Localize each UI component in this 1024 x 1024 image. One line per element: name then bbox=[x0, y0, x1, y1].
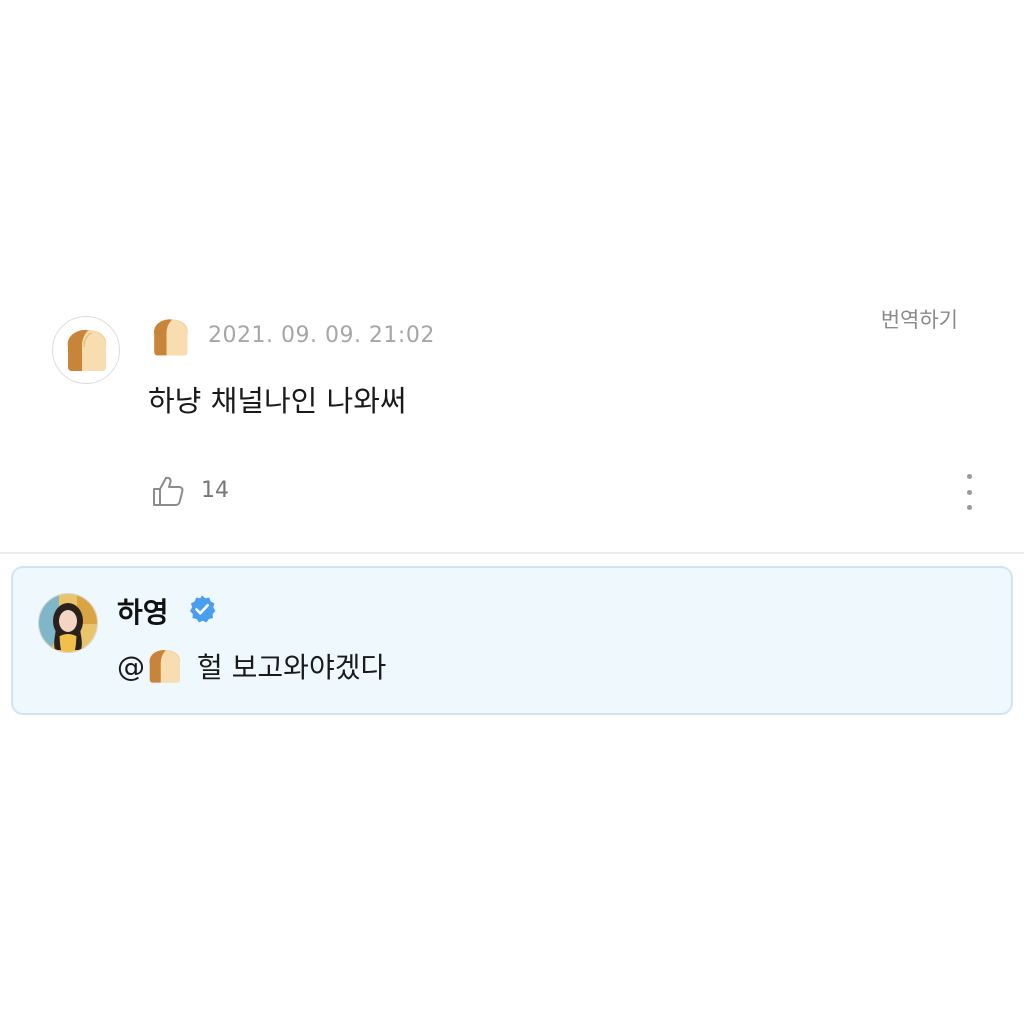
bread-emoji-icon bbox=[154, 319, 188, 356]
comment-timestamp: 2021. 09. 09. 21:02 bbox=[208, 323, 435, 348]
mention-prefix: @ bbox=[117, 649, 145, 683]
vertical-ellipsis-icon[interactable] bbox=[958, 474, 980, 510]
profile-photo bbox=[39, 594, 97, 652]
like-count: 14 bbox=[201, 478, 229, 503]
reply-card: 하영 @ 헐 보고와야겠다 bbox=[11, 566, 1013, 715]
page: 2021. 09. 09. 21:02 번역하기 하냥 채널나인 나와써 14 bbox=[0, 0, 1024, 1024]
bread-emoji-icon bbox=[149, 650, 181, 683]
avatar[interactable] bbox=[52, 316, 120, 384]
reply-author-name[interactable]: 하영 bbox=[117, 591, 169, 631]
thumbs-up-icon[interactable] bbox=[151, 474, 185, 508]
avatar[interactable] bbox=[38, 593, 98, 653]
divider bbox=[0, 552, 1024, 554]
mention[interactable]: @ bbox=[117, 646, 183, 686]
translate-button[interactable]: 번역하기 bbox=[881, 304, 958, 334]
bread-emoji-icon bbox=[67, 329, 107, 371]
comment: 2021. 09. 09. 21:02 번역하기 하냥 채널나인 나와써 14 bbox=[0, 290, 1024, 552]
reply-body: @ 헐 보고와야겠다 bbox=[117, 644, 386, 688]
verified-badge-icon bbox=[190, 595, 216, 623]
comment-text: 하냥 채널나인 나와써 bbox=[148, 384, 407, 418]
reply-text: 헐 보고와야겠다 bbox=[197, 651, 387, 684]
